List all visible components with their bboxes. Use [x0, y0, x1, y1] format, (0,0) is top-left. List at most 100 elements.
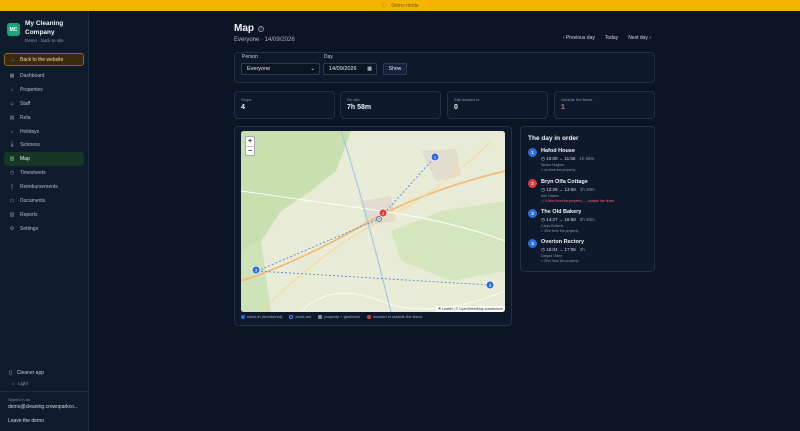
- signed-in-label: Signed in as: [8, 397, 31, 402]
- chevron-down-icon: ⌄: [310, 66, 315, 72]
- sidebar-item-timesheets[interactable]: ◷ Timesheets: [4, 166, 84, 180]
- page-title-text: Map: [234, 23, 254, 34]
- map-attribution[interactable]: ⚑ Leaflet | © OpenStreetMap contributors: [436, 306, 505, 312]
- sidebar-item-holidays[interactable]: ☼ Holidays: [4, 125, 84, 139]
- day-in-order-title: The day in order: [528, 135, 579, 142]
- stop-cleaner: Ben Davies: [541, 194, 559, 198]
- stat-card-outside-fence: Outside the fence 1: [554, 91, 655, 119]
- legend-label: clock-out: [295, 314, 312, 319]
- stop-location-note: ⌖ 20m from the property: [541, 259, 579, 263]
- sidebar-item-rota[interactable]: ▤ Rota: [4, 111, 84, 125]
- home-icon: ⌂: [10, 86, 14, 93]
- brand-subtitle: Demo · back to site: [25, 38, 64, 43]
- stat-card-still-clocked-in: Still clocked in 0: [447, 91, 548, 119]
- sidebar-item-label: Documents: [20, 197, 46, 204]
- sidebar-item-documents[interactable]: ▭ Documents: [4, 194, 84, 208]
- map-pin-2[interactable]: 2: [378, 208, 388, 218]
- stat-card-stops: Stops 4: [234, 91, 335, 119]
- map-panel: 1 2 3 4 + − ⚑ Leaflet | © OpenStreetMap …: [234, 126, 512, 326]
- sidebar-item-properties[interactable]: ⌂ Properties: [4, 83, 84, 97]
- sidebar-item-sickness[interactable]: 🌡 Sickness: [4, 138, 84, 152]
- cleaner-app-link[interactable]: ▯ Cleaner app: [4, 367, 84, 379]
- sidebar-bottom: ▯ Cleaner app ☼ Light: [4, 367, 84, 386]
- chart-icon: ▥: [9, 211, 15, 218]
- stop-duration: 2h 30m: [579, 217, 595, 222]
- legend-label: property + geofence: [324, 314, 361, 319]
- brand-logo: MC: [7, 23, 20, 36]
- stop-time-range: 12:28 → 13:58: [546, 187, 576, 192]
- person-select-value: Everyone: [247, 66, 271, 72]
- back-to-website-label: Back to the website: [20, 56, 64, 63]
- sidebar-item-dashboard[interactable]: ▦ Dashboard: [4, 69, 84, 83]
- map-pin-4[interactable]: 4: [485, 280, 495, 290]
- page-subtitle: Everyone · 14/09/2026: [234, 37, 295, 43]
- demo-banner: ⓘ Demo mode: [0, 0, 800, 11]
- leave-demo-link[interactable]: Leave the demo: [8, 418, 44, 424]
- previous-day-button[interactable]: ‹ Previous day: [563, 35, 595, 41]
- stat-value: 0: [454, 104, 458, 111]
- map-pin-1[interactable]: 1: [430, 152, 440, 162]
- back-to-website-button[interactable]: ← Back to the website: [4, 53, 84, 66]
- clock-icon: ◷: [9, 170, 15, 177]
- person-select[interactable]: Everyone ⌄: [241, 63, 320, 75]
- zoom-out-button[interactable]: −: [246, 146, 254, 155]
- sidebar-item-map[interactable]: ▧ Map: [4, 152, 84, 167]
- legend-item: clock-out: [289, 314, 311, 319]
- info-icon: ⓘ: [381, 3, 387, 9]
- signed-in-email: demo@cleaning.crownparkco...: [8, 404, 79, 410]
- stat-value: 1: [561, 104, 565, 111]
- calendar-icon[interactable]: ▦: [367, 66, 372, 72]
- sidebar-item-reimbursements[interactable]: ▯ Reimbursements: [4, 180, 84, 194]
- banner-text: Demo mode: [391, 2, 419, 9]
- map-tiles: 1 2 3 4: [241, 131, 505, 312]
- day-navigation: ‹ Previous day Today Next day ›: [563, 35, 651, 41]
- map-legend: clock-in (numbered) clock-out property +…: [241, 314, 422, 319]
- theme-toggle[interactable]: ☼ Light: [4, 381, 84, 386]
- stop-time: ◷ 14:27 → 16:58 2h 30m: [541, 217, 595, 223]
- zoom-in-button[interactable]: +: [246, 137, 254, 146]
- stat-label: On site: [347, 97, 360, 102]
- stat-value: 7h 58m: [347, 104, 372, 111]
- brand-name-line-2: Company: [25, 29, 55, 36]
- sidebar-item-reports[interactable]: ▥ Reports: [4, 208, 84, 222]
- stop-name: The Old Bakery: [541, 209, 582, 215]
- arrow-left-icon: ←: [11, 56, 16, 63]
- person-label: Person: [242, 54, 258, 60]
- show-button[interactable]: Show: [383, 63, 407, 75]
- stop-name: Overton Rectory: [541, 239, 585, 245]
- filters-panel: Person Everyone ⌄ Day 14/09/2026 ▦ Show: [234, 52, 655, 83]
- sidebar-item-label: Staff: [20, 100, 31, 107]
- sidebar-item-label: Properties: [20, 86, 43, 93]
- receipt-icon: ▯: [10, 184, 14, 191]
- dashboard-icon: ▦: [9, 72, 15, 79]
- legend-swatch: [367, 314, 372, 319]
- sun-icon: ☼: [9, 128, 15, 135]
- sidebar-item-label: Reports: [20, 211, 38, 218]
- map-pin-3[interactable]: 3: [251, 265, 261, 275]
- day-in-order-panel: The day in order 1 Hafod House ◷ 10:00 →…: [520, 126, 655, 272]
- help-icon[interactable]: ?: [258, 25, 264, 32]
- stop-number-badge: 3: [528, 209, 537, 218]
- cleaner-app-label: Cleaner app: [16, 370, 45, 376]
- sidebar-item-settings[interactable]: ⚙ Settings: [4, 222, 84, 236]
- day-label: Day: [324, 54, 333, 60]
- stop-cleaner: Nesha Hughes: [541, 163, 565, 167]
- next-day-button[interactable]: Next day ›: [628, 35, 651, 41]
- gear-icon: ⚙: [9, 225, 15, 232]
- stop-number-badge: 4: [528, 239, 537, 248]
- legend-swatch: [289, 314, 294, 319]
- stop-duration: 2h: [579, 247, 585, 252]
- calendar-icon: ▤: [9, 114, 15, 121]
- stat-label: Still clocked in: [454, 97, 480, 102]
- map-view[interactable]: 1 2 3 4 + − ⚑ Leaflet | © OpenStreetMap …: [241, 131, 505, 312]
- today-button[interactable]: Today: [605, 35, 618, 41]
- sidebar-nav: ▦ Dashboard ⌂ Properties ☺ Staff ▤ Rota ☼ Hol…: [4, 69, 84, 236]
- map-icon: ▧: [9, 156, 15, 163]
- sidebar-item-staff[interactable]: ☺ Staff: [4, 97, 84, 111]
- legend-swatch: [241, 314, 245, 319]
- legend-label: clocked in outside the fence: [373, 314, 423, 319]
- brand[interactable]: MC My Cleaning Company Demo · back to si…: [7, 19, 64, 43]
- day-date-input[interactable]: 14/09/2026 ▦: [323, 63, 377, 75]
- sidebar-item-label: Holidays: [20, 128, 40, 135]
- stop-time: ◷ 10:00 → 11:58 1h 58m: [541, 156, 594, 162]
